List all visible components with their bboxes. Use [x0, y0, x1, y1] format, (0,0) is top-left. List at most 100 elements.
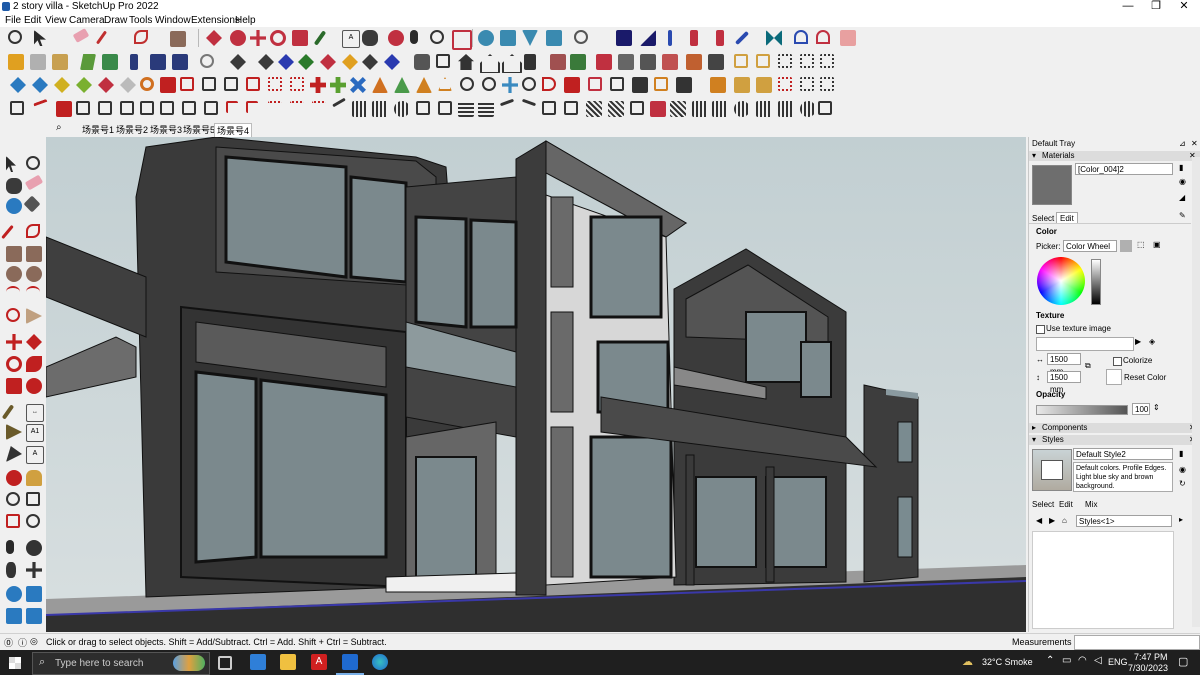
line-tool-a-icon[interactable]	[10, 101, 24, 115]
hidden-line-icon[interactable]	[546, 30, 562, 46]
tree-icon[interactable]	[394, 77, 410, 93]
lock-aspect-icon[interactable]: ⧉	[1085, 361, 1091, 371]
circle-icon[interactable]	[522, 77, 536, 91]
triangle-outline-icon[interactable]	[438, 77, 452, 91]
plus-red-icon[interactable]	[310, 77, 326, 93]
solid-icon[interactable]	[150, 54, 166, 70]
styles-tab-edit[interactable]: Edit	[1059, 500, 1073, 509]
line-tool-e-icon[interactable]	[98, 101, 112, 115]
line-tool-g-icon[interactable]	[140, 101, 154, 115]
component-icon[interactable]	[616, 30, 632, 46]
stripes8-icon[interactable]	[778, 101, 794, 117]
forward-arrow-icon[interactable]: ▶	[1049, 516, 1055, 525]
menu-tools[interactable]: Tools	[129, 15, 152, 26]
axes-icon[interactable]	[668, 30, 672, 46]
pan-icon[interactable]	[410, 30, 418, 44]
tray-expand-icon[interactable]: ⌃	[1046, 655, 1054, 666]
down-arrows-icon[interactable]	[716, 30, 724, 46]
line-tool-d-icon[interactable]	[76, 101, 90, 115]
stripes9-icon[interactable]	[800, 101, 816, 117]
match-color-model-icon[interactable]: ⬚	[1137, 240, 1145, 249]
wifi-icon[interactable]: ◠	[1078, 655, 1087, 666]
stair-icon[interactable]	[640, 54, 656, 70]
stripes-icon[interactable]	[352, 101, 368, 117]
stripes5-icon[interactable]	[712, 101, 728, 117]
curve-icon[interactable]	[542, 77, 556, 91]
menu-window[interactable]: Window	[155, 15, 191, 26]
material-name-field[interactable]: [Color_004]2	[1075, 163, 1173, 175]
styles-tab-select[interactable]: Select	[1032, 500, 1054, 509]
reset-color-label[interactable]: Reset Color	[1124, 373, 1166, 382]
home-styles-icon[interactable]: ⌂	[1062, 516, 1067, 525]
arc-icon[interactable]	[460, 77, 474, 91]
cone-icon[interactable]	[372, 77, 388, 93]
diamond4-icon[interactable]	[298, 54, 314, 70]
freehand-icon[interactable]	[134, 30, 148, 44]
section-tool-icon[interactable]	[26, 562, 42, 578]
menu-edit[interactable]: Edit	[24, 15, 41, 26]
zoom-extents-icon[interactable]	[452, 30, 472, 50]
block2-icon[interactable]	[676, 77, 692, 93]
user-status-icon[interactable]: ◎	[30, 636, 38, 647]
zoom-icon[interactable]	[8, 30, 22, 44]
stripes6-icon[interactable]	[734, 101, 750, 117]
minimize-button[interactable]: —	[1114, 0, 1142, 14]
calculator-app-icon[interactable]	[250, 654, 266, 670]
sandbox-contour-icon[interactable]	[6, 586, 22, 602]
arc2-draw-icon[interactable]	[26, 286, 40, 298]
refresh-style-icon[interactable]: ↻	[1179, 479, 1186, 488]
task-view-icon[interactable]	[218, 656, 232, 670]
look-around-icon[interactable]	[26, 540, 42, 556]
tray-scrollbar[interactable]	[1192, 157, 1200, 627]
scene-tab-2[interactable]: 场景号2	[114, 123, 150, 136]
dots-red-icon[interactable]	[778, 77, 792, 91]
styles-tab-mix[interactable]: Mix	[1085, 500, 1097, 509]
arc-draw-icon[interactable]	[6, 286, 20, 298]
lock-icon[interactable]	[436, 54, 450, 68]
pin-icon[interactable]: ⊿	[1179, 139, 1186, 148]
notifications-icon[interactable]: ▢	[1178, 655, 1188, 668]
zoom-nav-icon[interactable]	[6, 492, 20, 506]
corner2-icon[interactable]	[246, 101, 258, 113]
spiral-icon[interactable]	[140, 77, 154, 91]
menu-draw[interactable]: Draw	[104, 15, 127, 26]
dots-dark2-icon[interactable]	[820, 77, 834, 91]
box-outline4-icon[interactable]	[564, 101, 578, 115]
axes-tool-icon[interactable]	[6, 446, 22, 462]
orange-outline-icon[interactable]	[654, 77, 668, 91]
box-outline-icon[interactable]	[416, 101, 430, 115]
grid-icon[interactable]	[734, 54, 748, 68]
weather-icon[interactable]: ☁	[962, 655, 973, 668]
materials-tab-select[interactable]: Select	[1032, 214, 1054, 223]
dots-icon[interactable]	[778, 54, 792, 68]
user-icon[interactable]	[574, 30, 588, 44]
back-arrow-icon[interactable]: ◀	[1036, 516, 1042, 525]
box-icon[interactable]	[8, 54, 24, 70]
roof-icon[interactable]	[596, 54, 612, 70]
styles-collection-select[interactable]: Styles<1>	[1076, 515, 1172, 527]
dashed-line-icon[interactable]	[268, 101, 282, 107]
tile5-icon[interactable]	[98, 77, 114, 93]
x-blue-icon[interactable]	[350, 77, 366, 93]
rectangle-draw-icon[interactable]	[6, 246, 22, 262]
outline-icon[interactable]	[202, 77, 216, 91]
volume-icon[interactable]: ◁	[1094, 655, 1102, 666]
bar-icon[interactable]	[130, 54, 138, 70]
diamond3-icon[interactable]	[278, 54, 294, 70]
opacity-spinner-icon[interactable]: ⇕	[1153, 403, 1160, 412]
tray-close-icon[interactable]: ✕	[1191, 139, 1198, 148]
push-pull-tool-icon[interactable]	[26, 334, 42, 350]
measurements-input[interactable]	[1074, 635, 1200, 650]
paint-bucket-icon[interactable]	[362, 30, 378, 46]
styles-list[interactable]	[1032, 531, 1174, 629]
edit-texture-icon[interactable]: ◈	[1149, 337, 1155, 346]
up-arrows-icon[interactable]	[690, 30, 698, 46]
texture-width-field[interactable]: 1500 mm	[1047, 353, 1081, 376]
shape-icon[interactable]	[200, 54, 214, 68]
select-arrow-icon[interactable]	[34, 30, 46, 46]
scene-tab-1[interactable]: 场景号1	[80, 123, 116, 136]
pencil-icon[interactable]	[95, 30, 108, 45]
tape-measure-icon[interactable]	[313, 30, 327, 46]
previous-view-icon[interactable]	[26, 514, 40, 528]
diamond7-icon[interactable]	[362, 54, 378, 70]
